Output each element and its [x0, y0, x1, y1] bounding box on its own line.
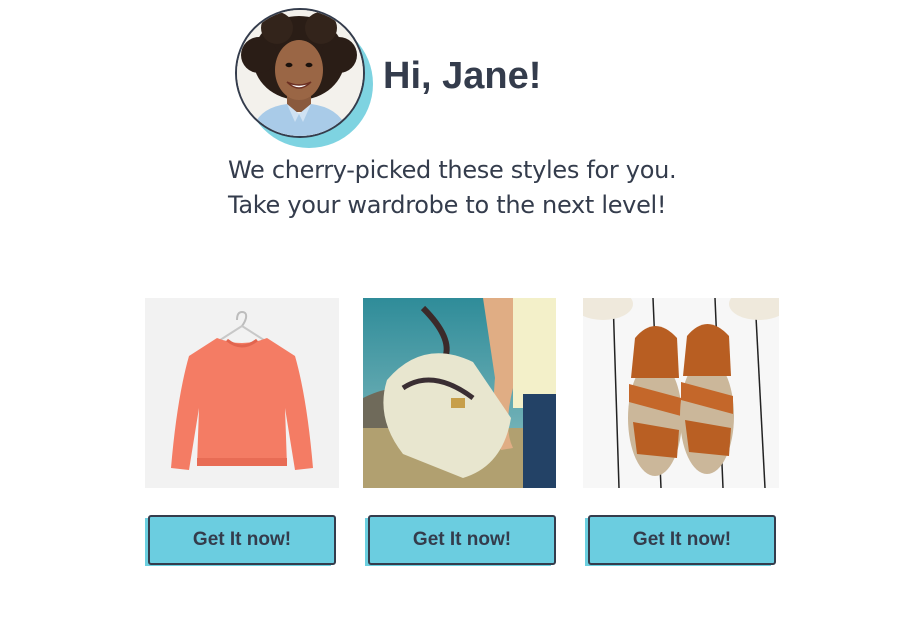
cta-sandals: Get It now! — [585, 515, 776, 567]
get-it-now-button-sweater[interactable]: Get It now! — [148, 515, 336, 565]
cta-bag: Get It now! — [365, 515, 556, 567]
greeting-heading: Hi, Jane! — [383, 55, 542, 97]
get-it-now-button-bag[interactable]: Get It now! — [368, 515, 556, 565]
cta-sweater: Get It now! — [145, 515, 336, 567]
avatar — [235, 8, 365, 138]
intro-line-1: We cherry-picked these styles for you. — [228, 156, 677, 184]
intro-text: We cherry-picked these styles for you. T… — [228, 153, 677, 223]
get-it-now-button-sandals[interactable]: Get It now! — [588, 515, 776, 565]
intro-line-2: Take your wardrobe to the next level! — [228, 191, 667, 219]
product-image-sandals[interactable] — [583, 298, 779, 488]
avatar-container — [235, 8, 375, 150]
product-image-bag[interactable] — [363, 298, 556, 488]
avatar-photo — [237, 10, 363, 136]
product-image-sweater[interactable] — [145, 298, 339, 488]
